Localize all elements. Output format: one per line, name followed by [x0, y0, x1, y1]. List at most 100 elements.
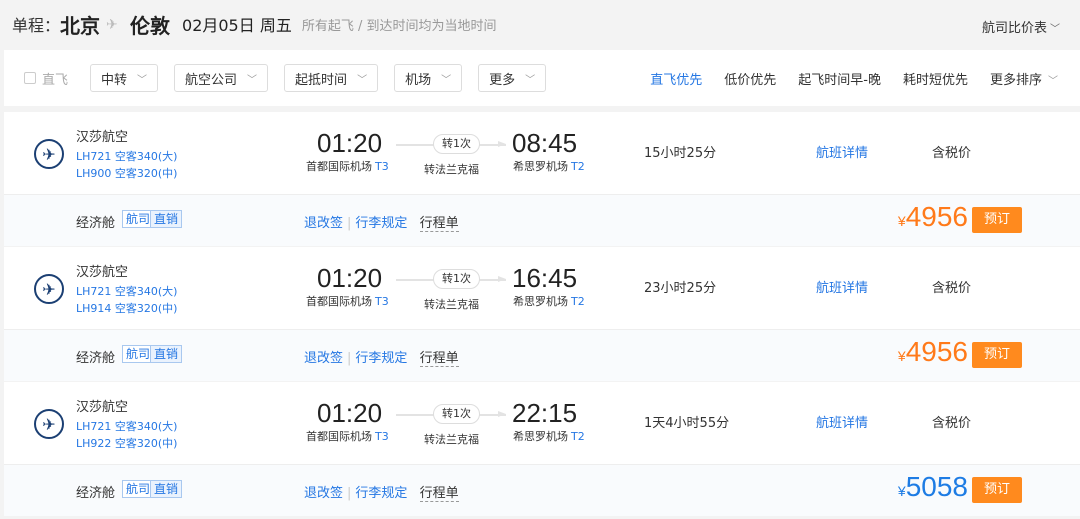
- stop-count-badge[interactable]: 转1次: [433, 404, 480, 424]
- flight-details-link[interactable]: 航班详情: [816, 142, 868, 161]
- arrival-time: 16:45: [512, 263, 578, 293]
- filter-bar: 直飞 中转 ﹀ 航空公司 ﹀ 起抵时间 ﹀ 机场 ﹀ 更多 ﹀ 直飞优先 低价优先 起飞时…: [4, 50, 1080, 106]
- route-arrow-icon: [498, 411, 506, 417]
- transfer-city: 转法兰克福: [424, 163, 479, 176]
- route-arrow-icon: [498, 276, 506, 282]
- arrival-airport-name: 希思罗机场: [513, 160, 568, 173]
- flight-card-summary: ✈ 汉莎航空 LH721 空客340(大) LH900 空客320(中) 01:…: [4, 112, 1080, 194]
- sort-more-label: 更多排序: [989, 72, 1042, 88]
- price-value: 5058: [905, 471, 968, 502]
- direct-only-checkbox[interactable]: 直飞: [24, 69, 68, 88]
- fare-links: 退改签 | 行李规定 行程单: [304, 212, 459, 232]
- arrival-airport: 希思罗机场 T2: [513, 428, 585, 444]
- filter-airport-dropdown[interactable]: 机场 ﹀: [394, 64, 463, 92]
- airline-compare-button[interactable]: 航司比价表 ﹀: [982, 17, 1060, 36]
- cabin-class: 经济舱: [76, 351, 116, 366]
- fare-price: ¥5058: [898, 471, 968, 503]
- flight-segment-2[interactable]: LH922 空客320(中): [76, 435, 177, 451]
- book-button[interactable]: 预订: [972, 342, 1022, 368]
- itinerary-link[interactable]: 行程单: [419, 216, 459, 232]
- sort-more[interactable]: 更多排序 ﹀: [990, 69, 1058, 88]
- chevron-down-icon: ﹀: [1050, 24, 1060, 35]
- departure-terminal: T3: [375, 430, 389, 443]
- arrival-terminal: T2: [571, 160, 585, 173]
- refund-change-link[interactable]: 退改签: [304, 486, 343, 501]
- filter-airline-dropdown[interactable]: 航空公司 ﹀: [174, 64, 269, 92]
- filter-more-dropdown[interactable]: 更多 ﹀: [478, 64, 547, 92]
- link-separator: |: [347, 351, 352, 366]
- arrival-airport-name: 希思罗机场: [513, 430, 568, 443]
- currency-symbol: ¥: [897, 483, 906, 499]
- departure-time: 01:20: [317, 128, 383, 158]
- flight-duration: 15小时25分: [644, 146, 717, 161]
- fare-row: 经济舱 航司 直销 退改签 | 行李规定 行程单 ¥4956 预订: [4, 194, 1080, 246]
- link-separator: |: [347, 486, 352, 501]
- flight-card: ✈ 汉莎航空 LH721 空客340(大) LH900 空客320(中) 01:…: [4, 112, 1080, 246]
- travel-date: 02月05日 周五: [182, 16, 292, 35]
- sort-direct-first[interactable]: 直飞优先: [650, 69, 702, 88]
- flight-details-link[interactable]: 航班详情: [816, 412, 868, 431]
- sort-shortest-duration[interactable]: 耗时短优先: [903, 69, 968, 88]
- chevron-down-icon: ﹀: [441, 74, 452, 86]
- chevron-down-icon: ﹀: [357, 74, 368, 86]
- direct-sale-tag: 直销: [150, 480, 183, 498]
- baggage-rules-link[interactable]: 行李规定: [355, 351, 407, 366]
- chevron-down-icon: ﹀: [247, 74, 258, 86]
- tax-included-label: 含税价: [932, 416, 972, 431]
- refund-change-link[interactable]: 退改签: [304, 351, 343, 366]
- search-header: 单程： 北京 ✈ 伦敦 02月05日 周五 所有起飞 / 到达时间均为当地时间 …: [0, 0, 1080, 48]
- sort-lowest-price[interactable]: 低价优先: [724, 69, 776, 88]
- departure-airport-name: 首都国际机场: [306, 160, 372, 173]
- filter-transfer-dropdown[interactable]: 中转 ﹀: [90, 64, 159, 92]
- direct-sale-tag: 直销: [150, 345, 183, 363]
- currency-symbol: ¥: [897, 213, 906, 229]
- chevron-down-icon: ﹀: [137, 74, 148, 86]
- link-separator: [411, 216, 415, 231]
- flight-card-summary: ✈ 汉莎航空 LH721 空客340(大) LH914 空客320(中) 01:…: [4, 247, 1080, 329]
- departure-terminal: T3: [375, 160, 389, 173]
- dropdown-label: 机场: [405, 72, 432, 88]
- direct-sale-tag: 直销: [150, 210, 183, 228]
- filter-time-dropdown[interactable]: 起抵时间 ﹀: [284, 64, 379, 92]
- flight-duration: 1天4小时55分: [644, 416, 730, 431]
- refund-change-link[interactable]: 退改签: [304, 216, 343, 231]
- link-separator: [411, 351, 415, 366]
- route-arrow-icon: [498, 141, 506, 147]
- arrival-terminal: T2: [571, 430, 585, 443]
- itinerary-link[interactable]: 行程单: [419, 351, 459, 367]
- flight-card: ✈ 汉莎航空 LH721 空客340(大) LH922 空客320(中) 01:…: [4, 382, 1080, 516]
- departure-time: 01:20: [317, 398, 383, 428]
- flight-segment-2[interactable]: LH900 空客320(中): [76, 165, 177, 181]
- flight-segment-1[interactable]: LH721 空客340(大): [76, 283, 177, 299]
- price-value: 4956: [905, 336, 968, 367]
- transfer-city: 转法兰克福: [424, 433, 479, 446]
- baggage-rules-link[interactable]: 行李规定: [355, 216, 407, 231]
- flight-card: ✈ 汉莎航空 LH721 空客340(大) LH914 空客320(中) 01:…: [4, 247, 1080, 381]
- departure-airport-name: 首都国际机场: [306, 430, 372, 443]
- flight-details-link[interactable]: 航班详情: [816, 277, 868, 296]
- departure-time: 01:20: [317, 263, 383, 293]
- airline-name: 汉莎航空: [76, 130, 129, 145]
- cabin-class: 经济舱: [76, 486, 116, 501]
- link-separator: [411, 486, 415, 501]
- price-value: 4956: [905, 201, 968, 232]
- transfer-city: 转法兰克福: [424, 298, 479, 311]
- departure-airport: 首都国际机场 T3: [306, 293, 389, 309]
- fare-row: 经济舱 航司 直销 退改签 | 行李规定 行程单 ¥4956 预订: [4, 329, 1080, 381]
- stop-count-badge[interactable]: 转1次: [433, 134, 480, 154]
- baggage-rules-link[interactable]: 行李规定: [355, 486, 407, 501]
- destination-city: 伦敦: [130, 13, 171, 38]
- checkbox-box[interactable]: [24, 72, 36, 84]
- book-button[interactable]: 预订: [972, 477, 1022, 503]
- sort-departure-time[interactable]: 起飞时间早-晚: [798, 69, 881, 88]
- flight-segment-1[interactable]: LH721 空客340(大): [76, 148, 177, 164]
- book-button[interactable]: 预订: [972, 207, 1022, 233]
- stop-count-badge[interactable]: 转1次: [433, 269, 480, 289]
- airline-name: 汉莎航空: [76, 400, 129, 415]
- flight-segment-1[interactable]: LH721 空客340(大): [76, 418, 177, 434]
- itinerary-link[interactable]: 行程单: [419, 486, 459, 502]
- fare-row: 经济舱 航司 直销 退改签 | 行李规定 行程单 ¥5058 预订: [4, 464, 1080, 516]
- flight-segment-2[interactable]: LH914 空客320(中): [76, 300, 177, 316]
- dropdown-label: 起抵时间: [295, 72, 348, 88]
- direct-only-label: 直飞: [42, 72, 69, 88]
